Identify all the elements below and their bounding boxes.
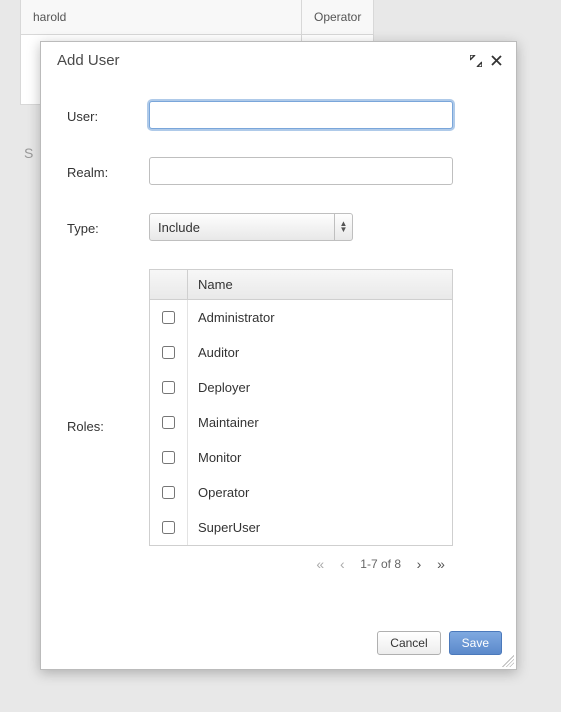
role-name: Monitor xyxy=(188,450,241,465)
realm-label: Realm: xyxy=(67,163,149,180)
user-label: User: xyxy=(67,107,149,124)
role-checkbox[interactable] xyxy=(162,486,175,499)
cancel-button[interactable]: Cancel xyxy=(377,631,440,655)
role-name: Auditor xyxy=(188,345,239,360)
pager-first-icon[interactable]: « xyxy=(312,556,328,572)
table-row: Administrator xyxy=(150,300,452,335)
bg-user-cell: harold xyxy=(21,0,302,35)
roles-label: Roles: xyxy=(67,269,149,434)
add-user-modal: Add User User: Realm: Type: Include xyxy=(40,41,517,670)
role-name: Maintainer xyxy=(188,415,259,430)
role-checkbox[interactable] xyxy=(162,416,175,429)
roles-table-header: Name xyxy=(150,270,452,300)
type-select[interactable]: Include ▲▼ xyxy=(149,213,353,241)
modal-title: Add User xyxy=(57,52,464,69)
table-row: Monitor xyxy=(150,440,452,475)
roles-header-check-col xyxy=(150,270,188,299)
bg-role-cell: Operator xyxy=(302,0,374,35)
table-row: Operator xyxy=(150,475,452,510)
roles-pager: « ‹ 1-7 of 8 › » xyxy=(149,546,453,572)
chevron-updown-icon: ▲▼ xyxy=(334,214,352,240)
role-checkbox[interactable] xyxy=(162,521,175,534)
role-checkbox[interactable] xyxy=(162,346,175,359)
role-name: Administrator xyxy=(188,310,275,325)
table-row: Auditor xyxy=(150,335,452,370)
maximize-icon[interactable] xyxy=(468,53,484,69)
resize-handle-icon[interactable] xyxy=(502,655,514,667)
bg-sidebar-letter: S xyxy=(24,145,33,161)
role-checkbox[interactable] xyxy=(162,381,175,394)
role-checkbox[interactable] xyxy=(162,311,175,324)
pager-prev-icon[interactable]: ‹ xyxy=(334,556,350,572)
roles-header-name: Name xyxy=(188,277,233,292)
roles-table: Name Administrator Auditor Deployer Maintai… xyxy=(149,269,453,546)
role-name: SuperUser xyxy=(188,520,260,535)
type-select-value: Include xyxy=(150,220,334,235)
modal-titlebar: Add User xyxy=(41,42,516,79)
pager-last-icon[interactable]: » xyxy=(433,556,449,572)
close-icon[interactable] xyxy=(488,53,504,69)
table-row: SuperUser xyxy=(150,510,452,545)
user-input[interactable] xyxy=(149,101,453,129)
role-name: Deployer xyxy=(188,380,250,395)
role-checkbox[interactable] xyxy=(162,451,175,464)
table-row: Deployer xyxy=(150,370,452,405)
save-button[interactable]: Save xyxy=(449,631,502,655)
table-row: harold Operator xyxy=(21,0,374,35)
table-row: Maintainer xyxy=(150,405,452,440)
type-label: Type: xyxy=(67,219,149,236)
pager-label: 1-7 of 8 xyxy=(360,557,401,571)
pager-next-icon[interactable]: › xyxy=(411,556,427,572)
role-name: Operator xyxy=(188,485,249,500)
realm-input[interactable] xyxy=(149,157,453,185)
